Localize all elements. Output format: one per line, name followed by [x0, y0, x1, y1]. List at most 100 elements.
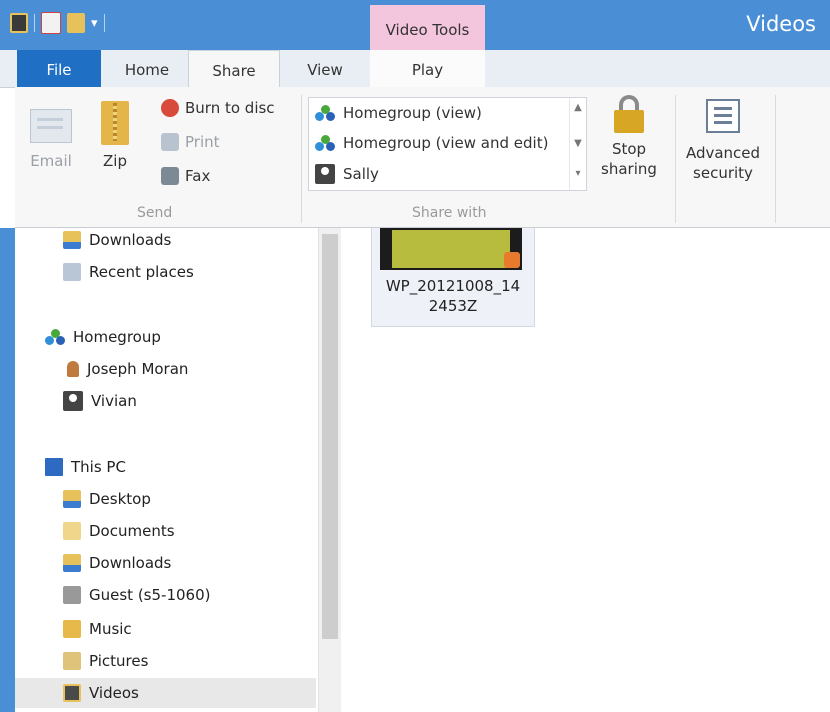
explorer-window: ▾ Videos Video Tools File Home Share Vie… [0, 0, 830, 712]
share-homegroup-view-edit[interactable]: Homegroup (view and edit) [315, 134, 548, 152]
nav-item-documents[interactable]: Documents [63, 516, 175, 546]
nav-item-homegroup[interactable]: Homegroup [45, 322, 161, 352]
share-item-label: Sally [343, 165, 379, 183]
nav-label: Pictures [89, 652, 149, 670]
print-label: Print [185, 133, 220, 151]
computer-icon [45, 458, 63, 476]
play-icon [504, 252, 520, 268]
printer-icon [161, 133, 179, 151]
user-icon [315, 164, 335, 184]
contextual-tab-group: Video Tools [370, 5, 485, 52]
fax-label: Fax [185, 167, 211, 185]
nav-label: Documents [89, 522, 175, 540]
person-icon [67, 361, 79, 377]
network-drive-icon [63, 586, 81, 604]
nav-item-guest[interactable]: Guest (s5-1060) [63, 580, 210, 610]
navigation-scrollbar[interactable] [318, 228, 341, 712]
nav-item-desktop[interactable]: Desktop [63, 484, 151, 514]
downloads-folder-icon [63, 231, 81, 249]
tab-home[interactable]: Home [107, 50, 187, 87]
group-divider [301, 95, 302, 223]
share-with-gallery[interactable]: Homegroup (view) Homegroup (view and edi… [308, 97, 587, 191]
nav-item-joseph-moran[interactable]: Joseph Moran [63, 354, 188, 384]
burn-disc-icon [161, 99, 179, 117]
burn-to-disc-label: Burn to disc [185, 99, 275, 117]
nav-label: Downloads [89, 554, 172, 572]
gallery-scrollbar[interactable]: ▲ ▼ ▾ [569, 98, 586, 190]
properties-icon[interactable] [41, 12, 61, 34]
user-icon [63, 391, 83, 411]
scroll-down-icon[interactable]: ▼ [570, 138, 586, 149]
stop-sharing-button[interactable]: Stop sharing [597, 95, 661, 179]
toolbar-divider [103, 14, 105, 32]
print-button[interactable]: Print [161, 133, 220, 151]
downloads-folder-icon [63, 554, 81, 572]
nav-item-downloads-top[interactable]: Downloads [63, 225, 171, 255]
lock-icon [614, 95, 644, 133]
pictures-folder-icon [63, 652, 81, 670]
file-name: WP_20121008_14 2453Z [372, 276, 534, 316]
nav-label: Downloads [89, 231, 172, 249]
checklist-icon [706, 99, 740, 133]
tab-share[interactable]: Share [188, 50, 280, 89]
navigation-pane: Downloads Recent places Homegroup Joseph… [15, 228, 318, 712]
share-user-sally[interactable]: Sally [315, 164, 379, 184]
advanced-security-label-1: Advanced [685, 144, 761, 162]
scrollbar-thumb[interactable] [322, 234, 338, 639]
nav-item-pictures[interactable]: Pictures [63, 646, 148, 676]
homegroup-icon [315, 134, 335, 152]
advanced-security-button[interactable]: Advanced security [683, 99, 763, 183]
nav-item-this-pc[interactable]: This PC [45, 452, 126, 482]
stop-sharing-label-1: Stop [611, 140, 647, 158]
group-divider [675, 95, 676, 223]
file-name-line-1: WP_20121008_14 [385, 277, 521, 295]
file-list: WP_20121008_14 2453Z [341, 228, 830, 712]
window-icon[interactable] [10, 13, 28, 33]
nav-item-vivian[interactable]: Vivian [63, 386, 137, 416]
zip-button[interactable]: Zip [97, 101, 133, 171]
documents-folder-icon [63, 522, 81, 540]
share-homegroup-view[interactable]: Homegroup (view) [315, 104, 482, 122]
expand-gallery-icon[interactable]: ▾ [570, 168, 586, 179]
window-border [0, 228, 15, 712]
group-label-share-with: Share with [412, 205, 487, 221]
nav-label: Recent places [89, 263, 194, 281]
burn-to-disc-button[interactable]: Burn to disc [161, 99, 275, 117]
zip-label: Zip [103, 152, 127, 170]
fax-button[interactable]: Fax [161, 167, 210, 185]
toolbar-divider [34, 14, 35, 32]
customize-toolbar-chevron-icon[interactable]: ▾ [91, 16, 98, 31]
nav-item-music[interactable]: Music [63, 614, 132, 644]
music-folder-icon [63, 620, 81, 638]
email-button[interactable]: Email [29, 109, 73, 171]
homegroup-icon [315, 104, 335, 122]
zip-icon [101, 101, 129, 145]
nav-label: Guest (s5-1060) [89, 586, 211, 604]
nav-label: Videos [89, 684, 139, 702]
share-item-label: Homegroup (view and edit) [343, 134, 549, 152]
quick-access-toolbar: ▾ [10, 12, 105, 34]
group-divider [775, 95, 776, 223]
file-name-line-2: 2453Z [428, 297, 478, 315]
stop-sharing-label-2: sharing [601, 160, 657, 178]
nav-label: Desktop [89, 490, 151, 508]
tab-file[interactable]: File [17, 50, 101, 87]
desktop-folder-icon [63, 490, 81, 508]
nav-label: Vivian [91, 392, 137, 410]
tab-view[interactable]: View [285, 50, 365, 87]
new-folder-icon[interactable] [67, 13, 85, 33]
window-title: Videos [746, 12, 816, 36]
email-label: Email [30, 152, 72, 170]
tab-play[interactable]: Play [370, 50, 485, 87]
nav-item-videos[interactable]: Videos [15, 678, 316, 708]
video-file-item[interactable]: WP_20121008_14 2453Z [371, 228, 535, 327]
nav-item-recent-places[interactable]: Recent places [63, 257, 194, 287]
email-icon [30, 109, 72, 143]
fax-icon [161, 167, 179, 185]
nav-item-downloads[interactable]: Downloads [63, 548, 171, 578]
group-label-send: Send [137, 205, 173, 221]
homegroup-icon [45, 328, 65, 346]
nav-label: Music [89, 620, 132, 638]
scroll-up-icon[interactable]: ▲ [570, 102, 586, 113]
ribbon-share: Email Zip Burn to disc Print Fax Send Ho… [15, 87, 830, 228]
